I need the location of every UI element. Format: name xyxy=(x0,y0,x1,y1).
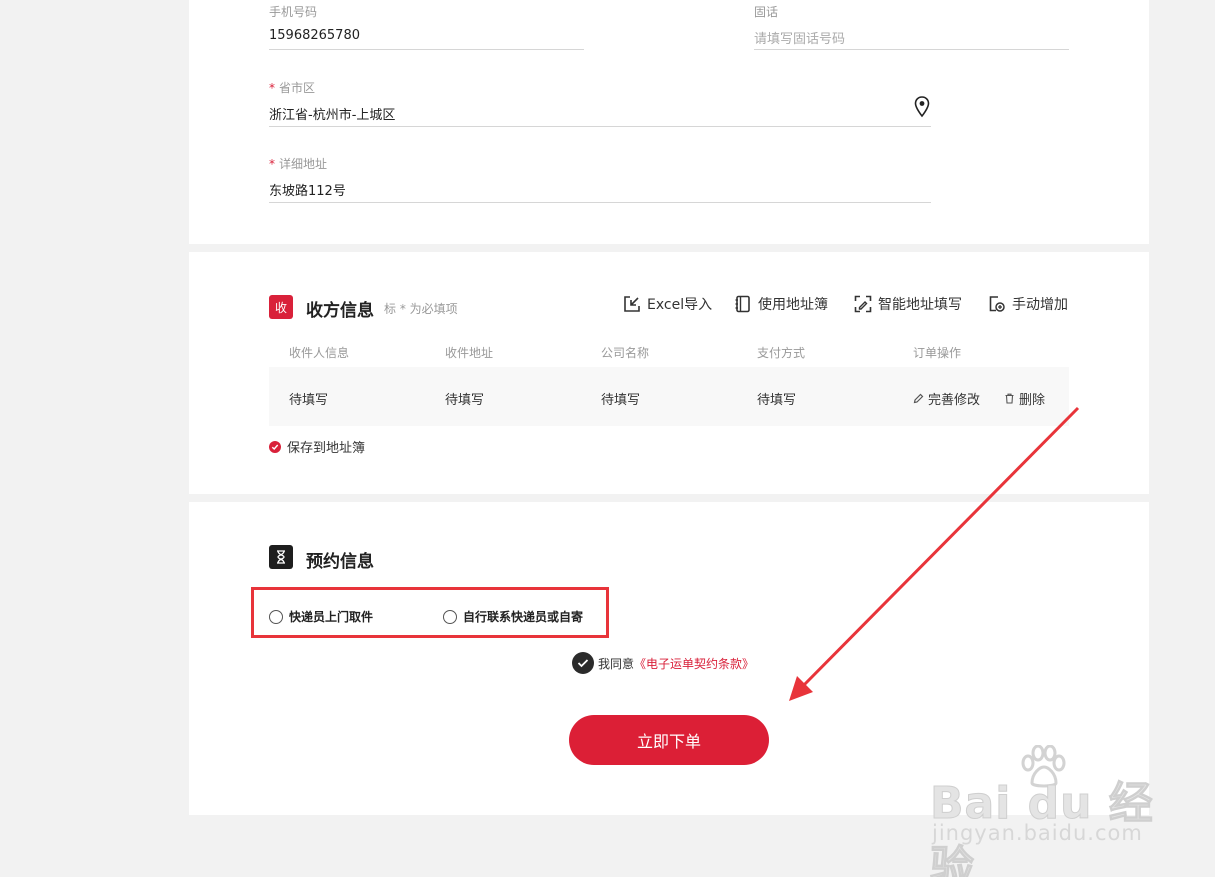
watermark-url: jingyan.baidu.com xyxy=(932,821,1143,845)
delete-button[interactable]: 删除 xyxy=(1004,389,1045,408)
cell-receiver-address: 待填写 xyxy=(445,393,485,408)
address-book-button[interactable]: 使用地址簿 xyxy=(734,294,828,314)
location-pin-icon[interactable] xyxy=(914,96,930,118)
save-to-address-book-checkbox[interactable]: 保存到地址簿 xyxy=(269,437,365,456)
appointment-title: 预约信息 xyxy=(306,552,374,572)
region-label: * 省市区 xyxy=(269,81,316,95)
detail-label: * 详细地址 xyxy=(269,157,328,171)
radio-circle xyxy=(269,609,283,624)
import-icon xyxy=(624,296,640,312)
col-receiver-info: 收件人信息 xyxy=(289,346,350,360)
smart-fill-button[interactable]: 智能地址填写 xyxy=(854,294,962,314)
tel-underline xyxy=(754,49,1069,50)
detail-underline xyxy=(269,202,931,203)
manual-add-icon xyxy=(989,296,1005,312)
col-operations: 订单操作 xyxy=(913,346,962,360)
col-company: 公司名称 xyxy=(601,346,650,360)
phone-underline xyxy=(269,49,584,50)
radio-circle xyxy=(443,609,457,624)
excel-import-button[interactable]: Excel导入 xyxy=(623,294,712,314)
address-book-icon xyxy=(735,295,750,313)
col-payment: 支付方式 xyxy=(757,346,806,360)
checkmark-icon xyxy=(572,652,594,674)
phone-label: 手机号码 xyxy=(269,5,318,19)
edit-button[interactable]: 完善修改 xyxy=(913,389,980,408)
phone-input[interactable]: 15968265780 xyxy=(269,28,360,43)
receiver-title: 收方信息 xyxy=(306,301,374,321)
receiver-badge: 收 xyxy=(269,295,293,319)
tel-input[interactable]: 请填写固话号码 xyxy=(754,28,845,47)
cell-receiver-info: 待填写 xyxy=(289,393,329,408)
checkmark-icon xyxy=(269,440,281,453)
region-input[interactable]: 浙江省-杭州市-上城区 xyxy=(269,104,395,123)
col-receiver-address: 收件地址 xyxy=(445,346,494,360)
radio-courier-pickup[interactable]: 快递员上门取件 xyxy=(269,608,373,625)
detail-input[interactable]: 东坡路112号 xyxy=(269,180,346,199)
terms-link[interactable]: 《电子运单契约条款》 xyxy=(634,655,754,672)
scan-icon xyxy=(854,295,872,313)
radio-self-send[interactable]: 自行联系快递员或自寄 xyxy=(443,608,583,625)
agree-terms-checkbox[interactable]: 我同意 《电子运单契约条款》 xyxy=(572,652,754,674)
cell-payment: 待填写 xyxy=(757,393,797,408)
hourglass-icon xyxy=(269,545,293,569)
cell-company: 待填写 xyxy=(601,393,641,408)
pencil-icon xyxy=(913,393,924,404)
tel-label: 固话 xyxy=(754,5,779,19)
receiver-hint: 标 * 为必填项 xyxy=(384,302,458,316)
trash-icon xyxy=(1005,393,1014,404)
manual-add-button[interactable]: 手动增加 xyxy=(988,294,1068,314)
region-underline xyxy=(269,126,931,127)
baidu-watermark: Bai du 经验 jingyan.baidu.com xyxy=(930,745,1160,877)
place-order-button[interactable]: 立即下单 xyxy=(569,715,769,765)
